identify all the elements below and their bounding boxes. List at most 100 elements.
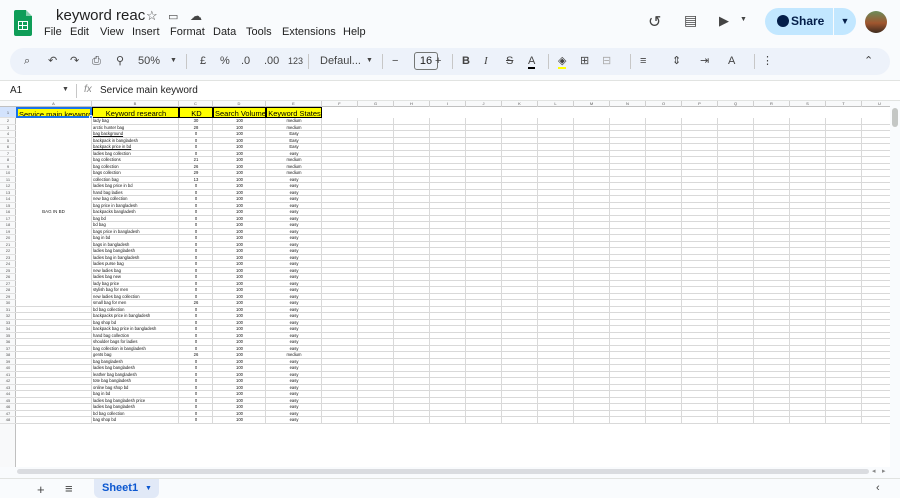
menu-tools[interactable]: Tools [246,26,272,38]
column-header-j[interactable]: J [466,101,502,107]
table-header-cell[interactable]: Keyword States [266,107,322,118]
column-header-i[interactable]: I [430,101,466,107]
comments-icon[interactable]: ▤ [684,12,697,29]
borders-icon[interactable]: ⊞ [580,53,589,69]
empty-cell[interactable] [574,417,610,424]
document-title[interactable]: keyword reac [56,7,145,24]
spreadsheet-grid[interactable]: ABCDEFGHIJKLMNOPQRSTU 1 2 3 4 5 6 7 8 9 10 11 12 13 1… [0,101,890,467]
menu-extensions[interactable]: Extensions [282,26,336,38]
empty-cell[interactable] [826,417,862,424]
font-dropdown-icon[interactable]: ▼ [366,53,373,69]
menu-edit[interactable]: Edit [70,26,89,38]
paint-format-icon[interactable]: ⚲ [116,53,124,69]
star-icon[interactable]: ☆ [146,8,158,24]
fill-color-icon[interactable]: ◈ [558,53,567,69]
horizontal-align-icon[interactable]: ≡ [640,53,646,69]
empty-cell[interactable] [466,417,502,424]
column-header-n[interactable]: N [610,101,646,107]
increase-font-size-icon[interactable]: + [435,53,441,69]
column-header-s[interactable]: S [790,101,826,107]
column-header-h[interactable]: H [394,101,430,107]
add-sheet-icon[interactable]: + [37,482,45,497]
empty-cell[interactable] [502,417,538,424]
undo-icon[interactable]: ↶ [48,53,57,69]
share-button[interactable]: Share [765,8,833,35]
share-dropdown-icon[interactable]: ▼ [834,8,856,35]
column-header-r[interactable]: R [754,101,790,107]
table-header-cell[interactable]: Keyword research [92,107,179,118]
currency-format-button[interactable]: £ [200,53,206,69]
zoom-select[interactable]: 50% [138,53,160,69]
menu-view[interactable]: View [100,26,124,38]
empty-cell[interactable] [646,417,682,424]
sheets-logo-icon[interactable] [14,10,32,36]
column-header-k[interactable]: K [502,101,538,107]
percent-format-button[interactable]: % [220,53,230,69]
avatar[interactable] [865,11,887,33]
menu-help[interactable]: Help [343,26,366,38]
column-header-l[interactable]: L [538,101,574,107]
search-menus-icon[interactable]: ⌕ [24,53,30,69]
column-header-q[interactable]: Q [718,101,754,107]
empty-cell[interactable] [682,417,718,424]
empty-cell[interactable] [754,417,790,424]
column-header-g[interactable]: G [358,101,394,107]
more-options-icon[interactable]: ⋮ [762,53,773,69]
empty-cell[interactable] [538,417,574,424]
formula-input[interactable]: Service main keyword [100,85,198,96]
empty-cell[interactable] [322,417,358,424]
horizontal-scrollbar[interactable] [17,469,869,474]
print-icon[interactable]: ⎙ [92,53,101,69]
bold-icon[interactable]: B [462,53,470,69]
all-sheets-icon[interactable]: ≡ [65,481,73,496]
menu-file[interactable]: File [44,26,62,38]
move-folder-icon[interactable]: ▭ [168,10,178,23]
meet-dropdown-icon[interactable]: ▼ [740,16,747,23]
column-header-o[interactable]: O [646,101,682,107]
column-header-m[interactable]: M [574,101,610,107]
table-cell[interactable]: 0 [179,417,213,424]
scroll-left-icon[interactable]: ◂ [872,467,876,475]
decrease-decimal-button[interactable]: .0 [241,53,250,69]
vertical-align-icon[interactable]: ⇕ [672,53,681,69]
column-header-t[interactable]: T [826,101,862,107]
merge-cells-icon[interactable]: ⊟ [602,53,611,69]
empty-cell[interactable] [394,417,430,424]
zoom-dropdown-icon[interactable]: ▼ [170,53,177,69]
empty-cell[interactable] [862,417,890,424]
empty-cell[interactable] [790,417,826,424]
number-format-button[interactable]: 123 [288,53,303,69]
cloud-status-icon[interactable]: ☁ [190,9,202,23]
column-header-f[interactable]: F [322,101,358,107]
italic-icon[interactable]: I [484,53,488,69]
table-header-cell[interactable]: Service main keyword [16,107,92,118]
table-cell[interactable]: 100 [213,417,266,424]
text-rotation-icon[interactable]: A [728,53,735,69]
strikethrough-icon[interactable]: S [506,53,513,69]
increase-decimal-button[interactable]: .00 [264,53,279,69]
text-wrapping-icon[interactable]: ⇥ [700,53,709,69]
row-header[interactable]: 48 [0,417,16,424]
vertical-scrollbar[interactable] [892,108,898,127]
name-box[interactable]: A1 [10,85,22,96]
menu-insert[interactable]: Insert [132,26,160,38]
collapse-toolbar-icon[interactable]: ⌃ [864,53,873,69]
empty-cell[interactable] [718,417,754,424]
table-cell[interactable]: easy [266,417,322,424]
row-header[interactable]: 1 [0,107,16,118]
decrease-font-size-icon[interactable]: − [392,53,398,69]
redo-icon[interactable]: ↷ [70,53,79,69]
sheet-tab-dropdown-icon[interactable]: ▼ [145,479,152,498]
empty-cell[interactable] [16,417,92,424]
column-header-u[interactable]: U [862,101,890,107]
font-select[interactable]: Defaul... [320,53,361,69]
column-header-p[interactable]: P [682,101,718,107]
empty-cell[interactable] [358,417,394,424]
empty-cell[interactable] [610,417,646,424]
history-icon[interactable]: ↺ [648,12,661,32]
scroll-right-icon[interactable]: ▸ [882,467,886,475]
table-cell[interactable]: bag shop bd [92,417,179,424]
text-color-icon[interactable]: A [528,53,536,69]
table-header-cell[interactable]: KD [179,107,213,118]
empty-cell[interactable] [430,417,466,424]
